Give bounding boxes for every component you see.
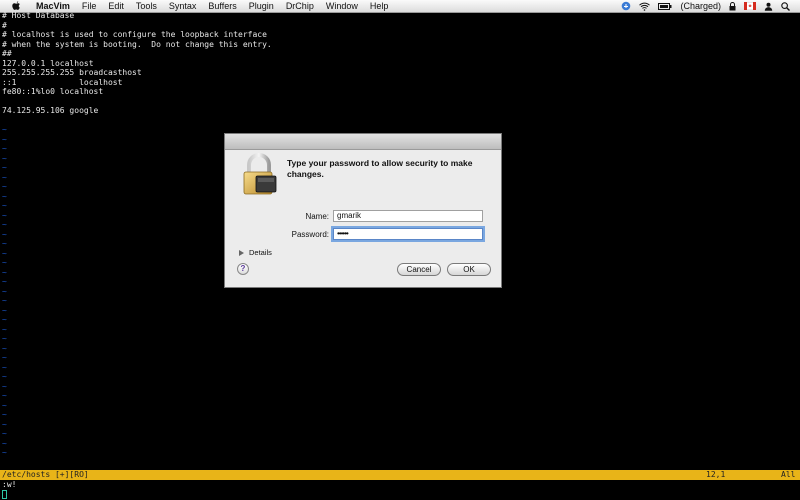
- dialog-titlebar[interactable]: [225, 134, 501, 150]
- buffer-line: 74.125.95.106 google: [2, 106, 99, 115]
- empty-line-tilde: ~: [2, 448, 7, 457]
- lock-icon: [240, 153, 278, 197]
- empty-line-tilde: ~: [2, 381, 7, 391]
- cancel-button[interactable]: Cancel: [397, 263, 441, 276]
- status-cursor-position: 12,1: [706, 470, 726, 479]
- text-cursor: [2, 490, 7, 499]
- details-label: Details: [249, 248, 272, 257]
- empty-line-tilde: ~: [2, 429, 7, 438]
- empty-line-tilde: ~: [2, 410, 7, 419]
- buffer-line: 255.255.255.255 broadcasthost: [2, 68, 142, 77]
- buffer-line: # Host Database: [2, 11, 75, 20]
- empty-line-tilde: ~: [2, 438, 7, 448]
- buffer-line: ##: [2, 49, 12, 58]
- empty-line-tilde: ~: [2, 353, 7, 362]
- buffer-line: [0, 97, 800, 107]
- password-field[interactable]: ••••••: [333, 228, 483, 240]
- status-filename: /etc/hosts [+][RO]: [2, 470, 89, 479]
- empty-line-tilde: ~: [2, 315, 7, 324]
- empty-line-tilde: ~: [2, 324, 7, 334]
- authentication-dialog: Type your password to allow security to …: [224, 133, 502, 288]
- battery-status-text: (Charged): [680, 1, 721, 11]
- details-disclosure[interactable]: Details: [239, 248, 272, 257]
- buffer-line: [0, 116, 800, 126]
- empty-line-tilde: ~: [2, 400, 7, 410]
- status-line: /etc/hosts [+][RO] 12,1 All: [0, 470, 800, 480]
- empty-line-tilde: ~: [2, 419, 7, 429]
- buffer-line: # when the system is booting. Do not cha…: [2, 39, 272, 49]
- status-scroll-percent: All: [781, 470, 796, 479]
- buffer-line: 127.0.0.1 localhost: [2, 58, 94, 68]
- empty-line-tilde: ~: [2, 334, 7, 343]
- apple-menu-icon[interactable]: [12, 1, 22, 11]
- empty-line-tilde: ~: [2, 362, 7, 372]
- empty-line-tilde: ~: [2, 372, 7, 381]
- ok-button[interactable]: OK: [447, 263, 491, 276]
- name-field[interactable]: gmarik: [333, 210, 483, 222]
- empty-line-tilde: ~: [2, 305, 7, 315]
- dialog-message: Type your password to allow security to …: [287, 158, 473, 179]
- empty-line-tilde: ~: [2, 343, 7, 353]
- name-label: Name:: [305, 212, 329, 221]
- buffer-line: # localhost is used to configure the loo…: [2, 30, 267, 39]
- empty-line-tilde: ~: [2, 391, 7, 400]
- command-line[interactable]: :w!: [0, 480, 800, 490]
- password-label: Password:: [291, 230, 329, 239]
- empty-line-tilde: ~: [2, 296, 7, 305]
- help-button[interactable]: ?: [237, 263, 249, 275]
- disclosure-triangle-icon[interactable]: [239, 249, 244, 256]
- buffer-line: fe80::1%lo0 localhost: [2, 87, 104, 96]
- buffer-line: #: [2, 20, 7, 30]
- buffer-line: ::1 localhost: [2, 77, 123, 87]
